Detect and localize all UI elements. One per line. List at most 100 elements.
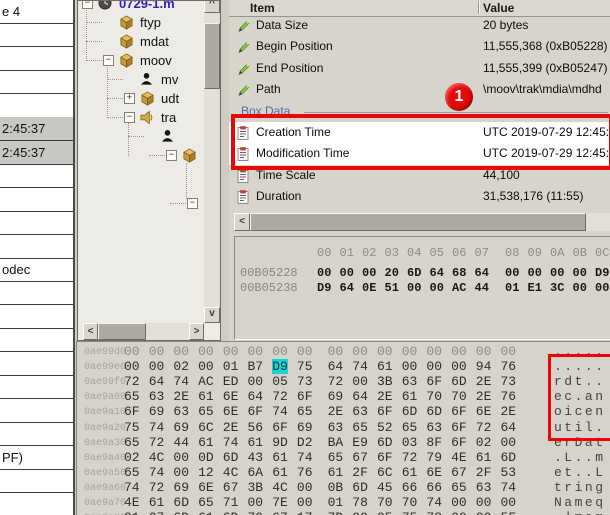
- pencil-icon: [237, 19, 251, 33]
- column-separator[interactable]: [478, 1, 480, 14]
- collapse-icon[interactable]: −: [103, 55, 114, 66]
- hex-editor-row[interactable]: 0ae9a0065632E616E64726F69642E6170702E76e…: [77, 389, 610, 404]
- hex-preview-row[interactable]: 00B05228000000206D64686400000000D9640E51: [235, 266, 610, 281]
- property-row[interactable]: Begin Position11,555,368 (0xB05228): [229, 36, 610, 58]
- hex-byte: 72: [476, 420, 492, 435]
- table-row[interactable]: [0, 375, 73, 399]
- table-row[interactable]: PF): [0, 446, 73, 470]
- hex-byte: 45: [377, 480, 393, 495]
- table-row[interactable]: [0, 94, 73, 118]
- table-row[interactable]: odec: [0, 258, 73, 282]
- hex-byte: 63: [402, 374, 418, 389]
- property-row[interactable]: End Position11,555,399 (0xB05247): [229, 58, 610, 80]
- hex-address: 0ae9a70: [84, 498, 126, 509]
- tree-item[interactable]: −: [78, 146, 220, 165]
- hex-byte: 6E: [198, 480, 214, 495]
- table-row[interactable]: 2:45:37: [0, 141, 73, 165]
- tree-vscroll-thumb[interactable]: [204, 23, 220, 89]
- hex-preview-row[interactable]: 00B05238D9640E510000AC4401E13C0000000000: [235, 281, 610, 296]
- hex-editor-row[interactable]: 0ae99f0726474ACED00057372003B636F6D2E73r…: [77, 374, 610, 389]
- property-value: 20 bytes: [483, 18, 528, 32]
- collapse-icon[interactable]: −: [187, 198, 198, 209]
- hex-editor-row[interactable]: 0ae9a607472696E673B4C000B6D456666656374t…: [77, 480, 610, 495]
- annotation-box-times: [231, 114, 610, 170]
- hex-editor-row[interactable]: 0ae9a207574696C2E566F6963655265636F7264u…: [77, 420, 610, 435]
- property-hscroll-thumb[interactable]: [250, 213, 586, 231]
- hex-byte: 52: [377, 420, 393, 435]
- tree-item-moov[interactable]: −moov: [78, 51, 220, 70]
- scroll-right-icon[interactable]: >: [189, 323, 204, 340]
- tree-item[interactable]: −: [78, 194, 220, 213]
- table-row[interactable]: [0, 235, 73, 259]
- table-row[interactable]: [0, 492, 73, 515]
- hex-byte: 6D: [223, 510, 239, 515]
- hex-byte: 00: [352, 510, 368, 515]
- table-row[interactable]: [0, 352, 73, 376]
- collapse-icon[interactable]: −: [82, 0, 93, 9]
- hex-byte: 61: [402, 465, 418, 480]
- table-row[interactable]: [0, 422, 73, 446]
- expand-icon[interactable]: +: [124, 93, 135, 104]
- tree-item[interactable]: [78, 127, 220, 146]
- table-row[interactable]: [0, 70, 73, 94]
- hex-editor-row[interactable]: 0ae9a306572446174619DD2BAE96D038F6F0200e…: [77, 435, 610, 450]
- hex-byte: 72: [402, 450, 418, 465]
- table-row[interactable]: [0, 399, 73, 423]
- hex-byte: 70: [426, 389, 442, 404]
- table-row[interactable]: [0, 211, 73, 235]
- scroll-left-icon[interactable]: <: [83, 323, 98, 340]
- table-row[interactable]: [0, 188, 73, 212]
- table-row[interactable]: [0, 281, 73, 305]
- tree-item-mv[interactable]: mv: [78, 70, 220, 89]
- property-row[interactable]: Path\moov\trak\mdia\mdhd: [229, 79, 610, 101]
- tree-hscroll-thumb[interactable]: [98, 323, 146, 340]
- hex-ascii: et..L: [554, 465, 606, 480]
- hex-editor-row[interactable]: 0ae9a50657400124C6A6176612F6C616E672F53e…: [77, 465, 610, 480]
- table-row[interactable]: [0, 23, 73, 47]
- hex-editor-row[interactable]: 0ae9a40024C000D6D43617465676F72794E616D.…: [77, 450, 610, 465]
- table-row[interactable]: [0, 164, 73, 188]
- collapse-icon[interactable]: −: [124, 112, 135, 123]
- hex-address: 0ae9a00: [84, 392, 126, 403]
- hex-byte: 74: [124, 480, 140, 495]
- hex-byte: 61: [377, 359, 393, 374]
- tree-connector: [170, 203, 186, 205]
- hex-byte-highlighted: D9: [272, 359, 288, 374]
- hex-byte: 00: [317, 266, 331, 280]
- hex-editor-row[interactable]: 0ae9a704E616D6571007E000178707074000000N…: [77, 495, 610, 510]
- scroll-up-icon[interactable]: ^: [204, 0, 220, 13]
- hex-byte: 51: [385, 281, 399, 295]
- table-row[interactable]: e 4: [0, 0, 73, 24]
- hex-editor-row[interactable]: 0ae9a8001276D616D7067177D0005757800005F.…: [77, 510, 610, 515]
- property-row[interactable]: Duration31,538,176 (11:55): [229, 186, 610, 208]
- hex-byte: 63: [328, 420, 344, 435]
- tree-item-ftyp[interactable]: ftyp: [78, 13, 220, 32]
- hex-editor-row[interactable]: 0ae9a106F6963656E6F74652E636F6D6D6F6E2Eo…: [77, 404, 610, 419]
- tree-item-udt[interactable]: +udt: [78, 89, 220, 108]
- hex-byte: 00: [451, 495, 467, 510]
- table-row[interactable]: 2:45:37: [0, 117, 73, 141]
- hex-editor-row[interactable]: 0ae99d000000000000000000000000000000000.…: [77, 344, 610, 359]
- annotation-badge-1: 1: [445, 83, 473, 111]
- tree-item-root[interactable]: − 0729-1.m: [78, 0, 220, 13]
- hex-byte: 00: [451, 510, 467, 515]
- table-row[interactable]: [0, 328, 73, 352]
- tree-item-mdat[interactable]: mdat: [78, 32, 220, 51]
- table-row[interactable]: [0, 47, 73, 71]
- collapse-icon[interactable]: −: [166, 150, 177, 161]
- tree-connector: [107, 98, 123, 100]
- tree-item-tra[interactable]: −tra: [78, 108, 220, 127]
- hex-editor-row[interactable]: 0ae99e00000020001B7D9756474610000009476.…: [77, 359, 610, 374]
- table-row[interactable]: [0, 469, 73, 493]
- hex-byte: 00: [198, 359, 214, 374]
- hex-preview-panel[interactable]: 000102030405060708090A0B0C0D0E0F 00B0522…: [234, 236, 610, 340]
- scroll-left-icon[interactable]: <: [234, 213, 250, 231]
- hex-byte: 00: [149, 344, 165, 359]
- table-row[interactable]: [0, 305, 73, 329]
- hex-byte: 00: [248, 374, 264, 389]
- tree-connector: [86, 41, 102, 43]
- scroll-down-icon[interactable]: v: [204, 307, 220, 323]
- property-row[interactable]: Data Size20 bytes: [229, 15, 610, 37]
- hex-editor-panel[interactable]: 0ae99d000000000000000000000000000000000.…: [76, 341, 610, 515]
- hex-ascii: Nameq: [554, 495, 606, 510]
